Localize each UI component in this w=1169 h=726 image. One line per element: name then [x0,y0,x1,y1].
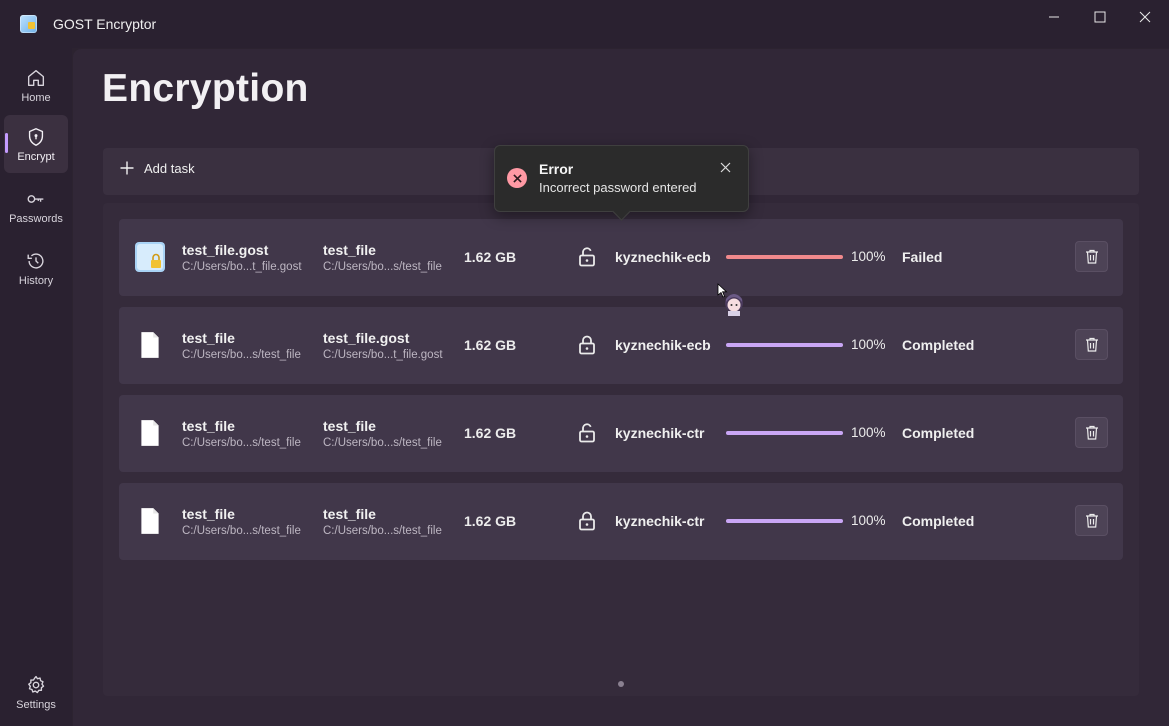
sidebar-item-history[interactable]: History [4,239,68,297]
encrypted-file-icon [134,240,166,274]
file-icon [134,328,166,362]
active-indicator [5,133,8,153]
delete-task-button[interactable] [1075,505,1108,536]
history-icon [27,252,44,269]
sidebar: Home Encrypt Passwords History Settings [0,48,72,726]
destination-file-name: test_file.gost [323,330,410,346]
delete-task-button[interactable] [1075,241,1108,272]
task-list: test_file.gost C:/Users/bo...t_file.gost… [103,203,1139,696]
trash-icon [1085,249,1098,264]
algorithm-label: kyznechik-ctr [615,425,705,441]
close-icon [1139,11,1151,23]
status-label: Completed [902,425,975,441]
title-bar: GOST Encryptor [0,0,1169,48]
destination-file-path: C:/Users/bo...s/test_file [323,525,442,537]
status-label: Completed [902,513,975,529]
maximize-button[interactable] [1077,0,1123,34]
page-title: Encryption [102,67,309,110]
sidebar-item-label: Encrypt [17,150,55,163]
task-row[interactable]: test_file C:/Users/bo...s/test_file test… [119,483,1123,560]
sidebar-item-passwords[interactable]: Passwords [4,177,68,235]
algorithm-label: kyznechik-ecb [615,249,711,265]
notification-close-button[interactable] [717,159,733,175]
destination-file-path: C:/Users/bo...s/test_file [323,261,442,273]
progress-percent: 100% [851,249,886,264]
maximize-icon [1094,11,1106,23]
destination-file-path: C:/Users/bo...s/test_file [323,437,442,449]
source-file-path: C:/Users/bo...s/test_file [182,437,301,449]
algorithm-label: kyznechik-ecb [615,337,711,353]
destination-file-path: C:/Users/bo...t_file.gost [323,349,443,361]
key-icon [27,194,44,203]
lock-icon [575,509,599,533]
task-row[interactable]: test_file C:/Users/bo...s/test_file test… [119,307,1123,384]
progress-bar [726,519,843,523]
shield-icon [28,127,44,146]
task-row[interactable]: test_file.gost C:/Users/bo...t_file.gost… [119,219,1123,296]
source-file-path: C:/Users/bo...s/test_file [182,349,301,361]
gear-icon [28,675,45,693]
destination-file-name: test_file [323,506,376,522]
sidebar-item-label: Settings [16,698,56,711]
trash-icon [1085,337,1098,352]
status-label: Failed [902,249,943,265]
sidebar-item-home[interactable]: Home [4,56,68,114]
sidebar-item-label: Passwords [9,212,63,225]
file-icon [134,416,166,450]
source-file-name: test_file [182,330,235,346]
destination-file-name: test_file [323,242,376,258]
trash-icon [1085,513,1098,528]
algorithm-label: kyznechik-ctr [615,513,705,529]
error-notification: Error Incorrect password entered [494,145,749,212]
unlock-icon [575,421,599,445]
source-file-name: test_file.gost [182,242,269,258]
trash-icon [1085,425,1098,440]
file-size: 1.62 GB [464,337,517,353]
close-icon [720,162,730,172]
add-task-label: Add task [144,160,195,176]
notification-message: Incorrect password entered [539,180,697,195]
source-file-path: C:/Users/bo...t_file.gost [182,261,302,273]
destination-file-name: test_file [323,418,376,434]
progress-percent: 100% [851,425,886,440]
sidebar-item-label: Home [21,91,51,104]
status-label: Completed [902,337,975,353]
progress-bar [726,255,843,259]
progress-percent: 100% [851,337,886,352]
delete-task-button[interactable] [1075,417,1108,448]
add-task-button[interactable]: Add task [119,160,195,176]
file-size: 1.62 GB [464,425,517,441]
progress-percent: 100% [851,513,886,528]
close-button[interactable] [1122,0,1168,34]
file-size: 1.62 GB [464,249,517,265]
source-file-name: test_file [182,506,235,522]
sidebar-item-settings[interactable]: Settings [4,663,68,721]
plus-icon [120,161,134,175]
sidebar-item-label: History [18,274,54,287]
progress-bar [726,431,843,435]
sidebar-item-encrypt[interactable]: Encrypt [4,115,68,173]
delete-task-button[interactable] [1075,329,1108,360]
error-icon [507,168,527,188]
app-icon [20,15,37,33]
source-file-name: test_file [182,418,235,434]
notification-title: Error [539,161,574,177]
home-icon [27,69,45,86]
file-icon [134,504,166,538]
minimize-icon [1049,16,1059,18]
task-row[interactable]: test_file C:/Users/bo...s/test_file test… [119,395,1123,472]
scroll-indicator[interactable] [618,681,624,687]
unlock-icon [575,245,599,269]
progress-bar [726,343,843,347]
mouse-cursor-icon [717,283,743,316]
file-size: 1.62 GB [464,513,517,529]
minimize-button[interactable] [1031,0,1077,34]
window-title: GOST Encryptor [53,16,157,32]
source-file-path: C:/Users/bo...s/test_file [182,525,301,537]
lock-icon [575,333,599,357]
